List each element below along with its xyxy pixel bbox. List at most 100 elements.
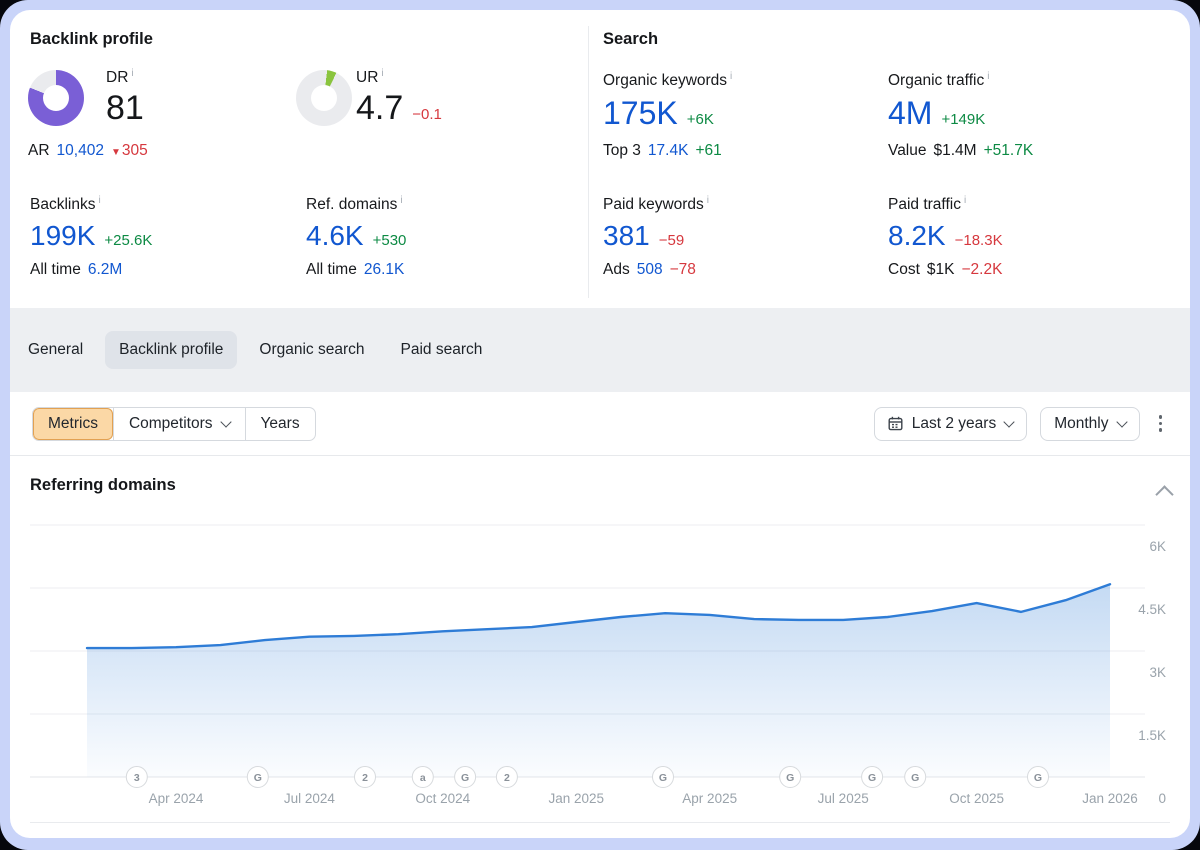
ref-domains-value[interactable]: 4.6K [306,221,364,250]
svg-text:Oct 2024: Oct 2024 [415,791,470,806]
ads-value-link[interactable]: 508 [637,261,663,279]
value-amount: $1.4M [934,142,977,160]
cost-amount: $1K [927,261,955,279]
metrics-button[interactable]: Metrics [33,408,113,440]
top3-label: Top 3 [603,142,641,160]
organic-traffic-label: Organic traffic [888,72,984,89]
ref-domains-delta: +530 [373,232,407,249]
info-icon[interactable]: i [707,195,709,206]
ar-value-link[interactable]: 10,402 [57,142,104,160]
search-title: Search [603,30,658,49]
svg-text:3K: 3K [1149,665,1166,680]
backlinks-value[interactable]: 199K [30,221,95,250]
backlinks-metric: Backlinksi 199K +25.6K All time 6.2M [30,196,152,279]
more-options-kebab-icon[interactable] [1153,408,1169,439]
organic-keywords-label: Organic keywords [603,72,727,89]
paid-keywords-label: Paid keywords [603,196,704,213]
info-icon[interactable]: i [730,71,732,82]
calendar-icon [888,416,903,431]
paid-traffic-label: Paid traffic [888,196,961,213]
svg-text:Jan 2025: Jan 2025 [549,791,605,806]
ref-domains-alltime-link[interactable]: 26.1K [364,261,405,279]
top3-delta: +61 [695,142,721,160]
svg-text:G: G [254,772,262,784]
paid-traffic-value[interactable]: 8.2K [888,221,946,250]
ar-row: AR 10,402 ▼305 [28,142,148,160]
paid-keywords-delta: −59 [659,232,684,249]
svg-text:3: 3 [134,772,140,784]
paid-traffic-metric: Paid traffici 8.2K −18.3K Cost $1K −2.2K [888,196,1003,279]
date-range-button[interactable]: Last 2 years [874,407,1027,441]
organic-traffic-delta: +149K [941,111,985,128]
organic-keywords-metric: Organic keywordsi 175K +6K Top 3 17.4K +… [603,72,732,160]
svg-text:6K: 6K [1149,539,1166,554]
organic-keywords-value[interactable]: 175K [603,97,678,131]
collapse-chevron-up-icon[interactable] [1155,485,1173,503]
overview-card: Backlink profile DRi 81 AR 10,402 ▼305 U… [10,10,1190,838]
chevron-down-icon [1004,416,1015,427]
organic-traffic-metric: Organic traffici 4M +149K Value $1.4M +5… [888,72,1033,160]
referring-domains-area-chart[interactable]: 6K4.5K3K1.5K03G2aG2GGGGGApr 2024Jul 2024… [10,515,1190,825]
info-icon[interactable]: i [381,68,383,79]
svg-text:Apr 2024: Apr 2024 [149,791,204,806]
svg-text:G: G [659,772,667,784]
dr-metric: DRi 81 [106,69,144,127]
svg-text:G: G [1034,772,1042,784]
ads-label: Ads [603,261,630,279]
svg-text:Jul 2024: Jul 2024 [284,791,336,806]
chart-title: Referring domains [30,476,176,495]
tab-organic-search[interactable]: Organic search [245,331,378,369]
years-button[interactable]: Years [245,408,315,440]
tab-paid-search[interactable]: Paid search [387,331,497,369]
dr-donut-chart [28,70,84,126]
ur-donut-chart [296,70,352,126]
section-tabs: General Backlink profile Organic search … [10,308,1190,392]
down-triangle-icon: ▼ [111,147,121,158]
svg-text:Jul 2025: Jul 2025 [818,791,869,806]
competitors-button[interactable]: Competitors [113,408,245,440]
svg-text:G: G [911,772,919,784]
stats-divider [588,26,589,298]
backlinks-label: Backlinks [30,196,95,213]
value-delta: +51.7K [984,142,1034,160]
chevron-down-icon [220,416,231,427]
paid-traffic-delta: −18.3K [955,232,1003,249]
svg-text:0: 0 [1158,791,1166,806]
organic-keywords-delta: +6K [687,111,714,128]
svg-text:2: 2 [362,772,368,784]
backlinks-delta: +25.6K [104,232,152,249]
svg-text:1.5K: 1.5K [1138,728,1166,743]
chevron-down-icon [1116,416,1127,427]
ur-value: 4.7 [356,91,403,127]
backlinks-sub-label: All time [30,261,81,279]
backlink-profile-title: Backlink profile [30,30,153,49]
info-icon[interactable]: i [400,195,402,206]
ref-domains-sub-label: All time [306,261,357,279]
ar-delta: 305 [122,142,148,159]
info-icon[interactable]: i [98,195,100,206]
view-segmented-control: Metrics Competitors Years [32,407,316,441]
svg-text:Apr 2025: Apr 2025 [682,791,737,806]
info-icon[interactable]: i [987,71,989,82]
svg-text:4.5K: 4.5K [1138,602,1166,617]
info-icon[interactable]: i [964,195,966,206]
svg-text:G: G [786,772,794,784]
paid-keywords-metric: Paid keywordsi 381 −59 Ads 508 −78 [603,196,709,279]
organic-traffic-value[interactable]: 4M [888,97,932,131]
dr-value: 81 [106,91,144,127]
info-icon[interactable]: i [131,68,133,79]
top3-value-link[interactable]: 17.4K [648,142,689,160]
svg-text:a: a [420,772,426,784]
paid-keywords-value[interactable]: 381 [603,221,650,250]
ar-label: AR [28,142,50,160]
ur-delta: −0.1 [412,106,442,123]
svg-text:Oct 2025: Oct 2025 [949,791,1004,806]
svg-text:G: G [461,772,469,784]
svg-text:Jan 2026: Jan 2026 [1082,791,1138,806]
section-bottom-divider [30,822,1170,823]
tab-backlink-profile[interactable]: Backlink profile [105,331,237,369]
granularity-button[interactable]: Monthly [1040,407,1139,441]
ref-domains-metric: Ref. domainsi 4.6K +530 All time 26.1K [306,196,406,279]
tab-general[interactable]: General [14,331,97,369]
backlinks-alltime-link[interactable]: 6.2M [88,261,122,279]
